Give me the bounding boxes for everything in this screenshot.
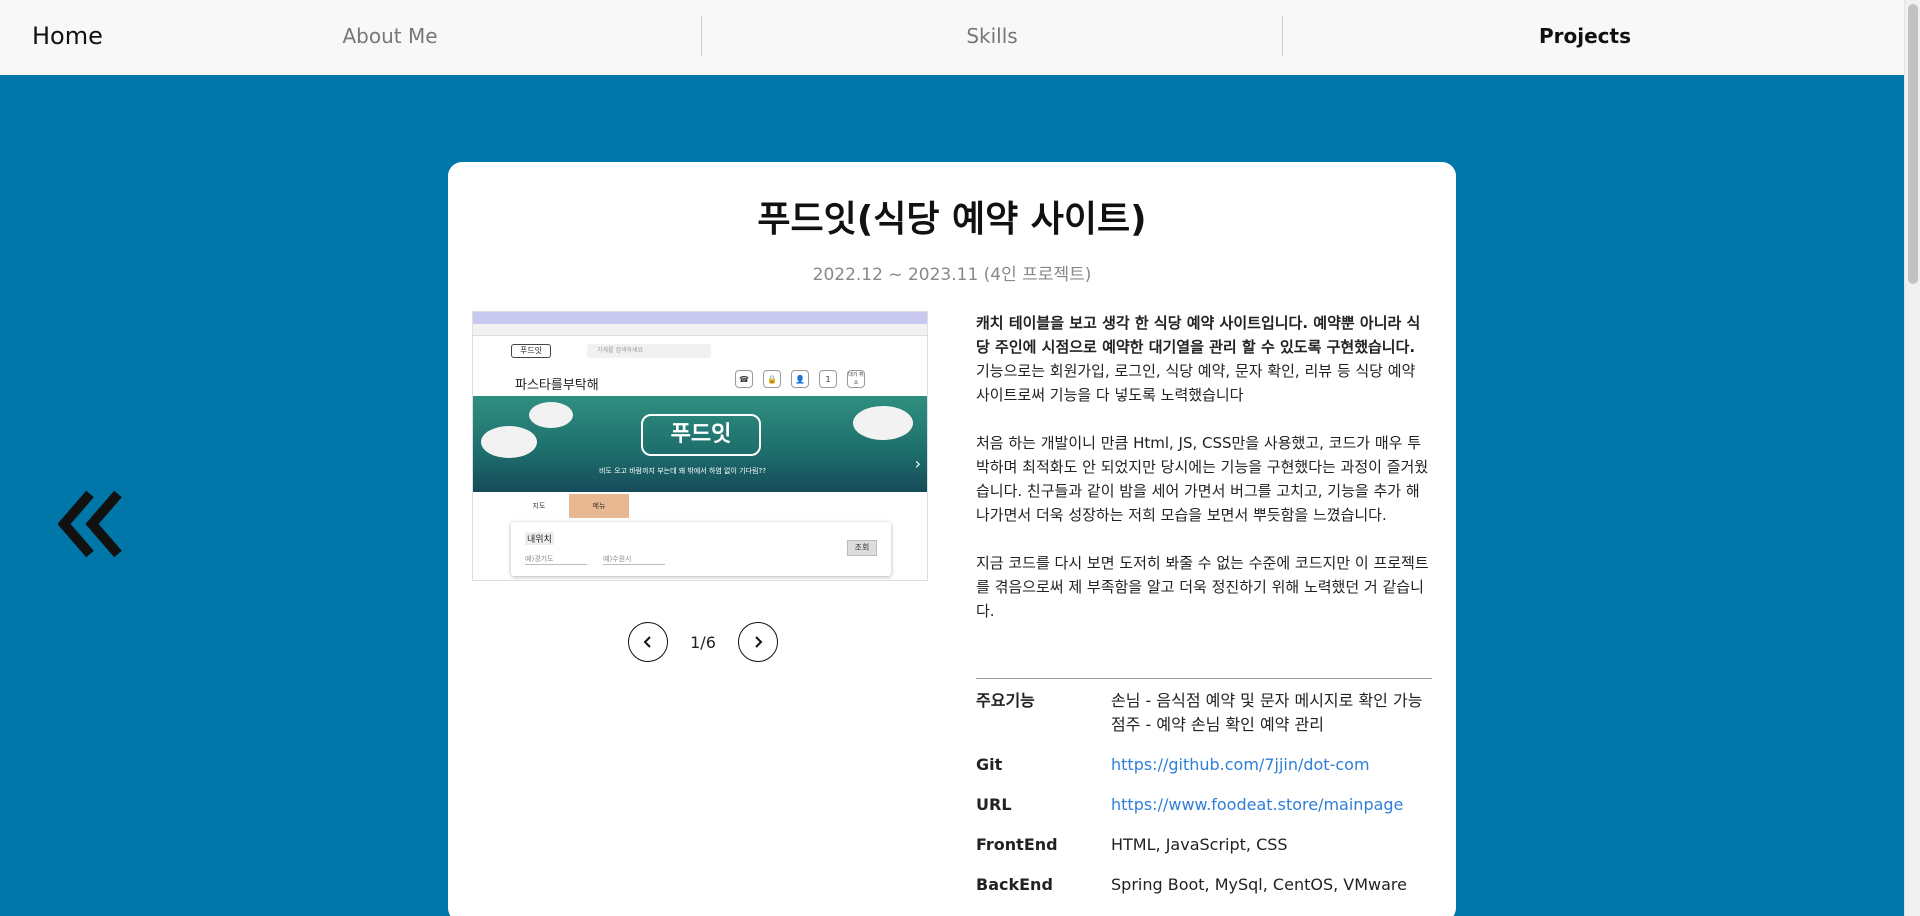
info-row-backend: BackEnd Spring Boot, MySql, CentOS, VMwa…: [976, 873, 1432, 897]
wait-cancel-badge: 대기 취소: [847, 370, 865, 388]
lock-icon: 🔒: [763, 370, 781, 388]
description-intro: 캐치 테이블을 보고 생각 한 식당 예약 사이트입니다. 예약뿐 아니라 식당…: [976, 311, 1432, 407]
phone-icon: ☎: [735, 370, 753, 388]
screenshot-field-city: 예)수원시: [603, 554, 665, 565]
screenshot-tab-menu: 메뉴: [569, 494, 629, 518]
info-row-url: URL https://www.foodeat.store/mainpage: [976, 793, 1432, 817]
screenshot-location-box: 내위치 예)경기도 예)수원시 조회: [511, 522, 891, 576]
screenshot-searchbar: 가게를 검색하세요: [587, 344, 711, 358]
nav-about-me[interactable]: About Me: [330, 24, 450, 48]
description-paragraph-3: 지금 코드를 다시 보면 도저히 봐줄 수 없는 수준에 코드지만 이 프로젝트…: [976, 554, 1429, 620]
info-key-url: URL: [976, 795, 1012, 814]
chevron-left-icon: [643, 636, 651, 648]
nav-divider: [1282, 16, 1283, 56]
info-key-backend: BackEnd: [976, 875, 1053, 894]
screenshot-field-province: 예)경기도: [525, 554, 587, 565]
info-key-frontend: FrontEnd: [976, 835, 1058, 854]
screenshot-tab-map: 지도: [532, 502, 546, 510]
screenshot-site-header: 푸드잇 가게를 검색하세요 파스타를부탁해 ☎ 🔒 👤 1 대기 취소: [473, 336, 927, 396]
person-icon: 👤: [791, 370, 809, 388]
project-card: 푸드잇(식당 예약 사이트) 2022.12 ~ 2023.11 (4인 프로젝…: [448, 162, 1456, 916]
project-screenshot: 푸드잇 가게를 검색하세요 파스타를부탁해 ☎ 🔒 👤 1 대기 취소 푸드잇 …: [472, 311, 928, 581]
image-pager: 1/6: [628, 622, 778, 662]
top-nav: Home About Me Skills Projects: [0, 0, 1904, 75]
next-image-button[interactable]: [738, 622, 778, 662]
prev-image-button[interactable]: [628, 622, 668, 662]
screenshot-brand-logo: 푸드잇: [641, 414, 761, 456]
scrollbar-thumb[interactable]: [1908, 4, 1918, 284]
info-row-frontend: FrontEnd HTML, JavaScript, CSS: [976, 833, 1432, 857]
feature-item: 손님 - 음식점 예약 및 문자 메시지로 확인 가능: [1111, 691, 1423, 710]
screenshot-icon-row: ☎ 🔒 👤 1 대기 취소: [735, 370, 865, 388]
project-info-table: 주요기능 손님 - 음식점 예약 및 문자 메시지로 확인 가능 점주 - 예약…: [976, 678, 1432, 913]
nav-projects[interactable]: Projects: [1525, 24, 1645, 48]
back-double-chevron-icon[interactable]: [57, 488, 126, 560]
project-description: 캐치 테이블을 보고 생각 한 식당 예약 사이트입니다. 예약뿐 아니라 식당…: [976, 311, 1432, 647]
screenshot-tabs: 지도 메뉴: [509, 494, 629, 518]
info-value-frontend: HTML, JavaScript, CSS: [1111, 835, 1288, 854]
screenshot-search-button: 조회: [847, 540, 877, 556]
description-intro-text: 기능으로는 회원가입, 로그인, 식당 예약, 문자 확인, 리뷰 등 식당 예…: [976, 362, 1416, 404]
project-period: 2022.12 ~ 2023.11 (4인 프로젝트): [812, 265, 1092, 285]
info-value-features: 손님 - 음식점 예약 및 문자 메시지로 확인 가능 점주 - 예약 손님 확…: [1111, 689, 1432, 737]
screenshot-location-label: 내위치: [525, 532, 554, 545]
project-title: 푸드잇(식당 예약 사이트): [757, 199, 1147, 240]
page-scrollbar[interactable]: [1904, 0, 1920, 916]
image-counter: 1/6: [690, 632, 716, 652]
screenshot-browser-tabbar: [473, 312, 927, 324]
site-url-link[interactable]: https://www.foodeat.store/mainpage: [1111, 795, 1403, 814]
cloud-illustration: [853, 406, 913, 440]
info-row-features: 주요기능 손님 - 음식점 예약 및 문자 메시지로 확인 가능 점주 - 예약…: [976, 689, 1432, 737]
cloud-illustration: [481, 426, 537, 458]
info-value-backend: Spring Boot, MySql, CentOS, VMware: [1111, 875, 1407, 894]
screenshot-tagline: 비도 오고 바람까지 부는데 왜 밖에서 하염 없이 기다림??: [599, 467, 766, 475]
count-badge: 1: [819, 370, 837, 388]
banner-next-icon: ›: [914, 454, 921, 473]
nav-divider: [701, 16, 702, 56]
screenshot-restaurant-name: 파스타를부탁해: [515, 378, 599, 393]
cloud-illustration: [529, 402, 573, 428]
info-row-git: Git https://github.com/7jjin/dot-com: [976, 753, 1432, 777]
description-paragraph-2: 처음 하는 개발이니 만큼 Html, JS, CSS만을 사용했고, 코드가 …: [976, 434, 1429, 524]
description-intro-bold: 캐치 테이블을 보고 생각 한 식당 예약 사이트입니다. 예약뿐 아니라 식당…: [976, 314, 1421, 356]
info-key-features: 주요기능: [976, 691, 1035, 710]
screenshot-logo: 푸드잇: [511, 344, 551, 358]
screenshot-browser-addressbar: [473, 324, 927, 336]
info-key-git: Git: [976, 755, 1003, 774]
feature-item: 점주 - 예약 손님 확인 예약 관리: [1111, 715, 1324, 734]
nav-home-link[interactable]: Home: [32, 22, 103, 50]
chevron-right-icon: [755, 636, 763, 648]
nav-skills[interactable]: Skills: [932, 24, 1052, 48]
screenshot-banner: 푸드잇 비도 오고 바람까지 부는데 왜 밖에서 하염 없이 기다림?? ›: [473, 396, 927, 492]
git-link[interactable]: https://github.com/7jjin/dot-com: [1111, 755, 1370, 774]
